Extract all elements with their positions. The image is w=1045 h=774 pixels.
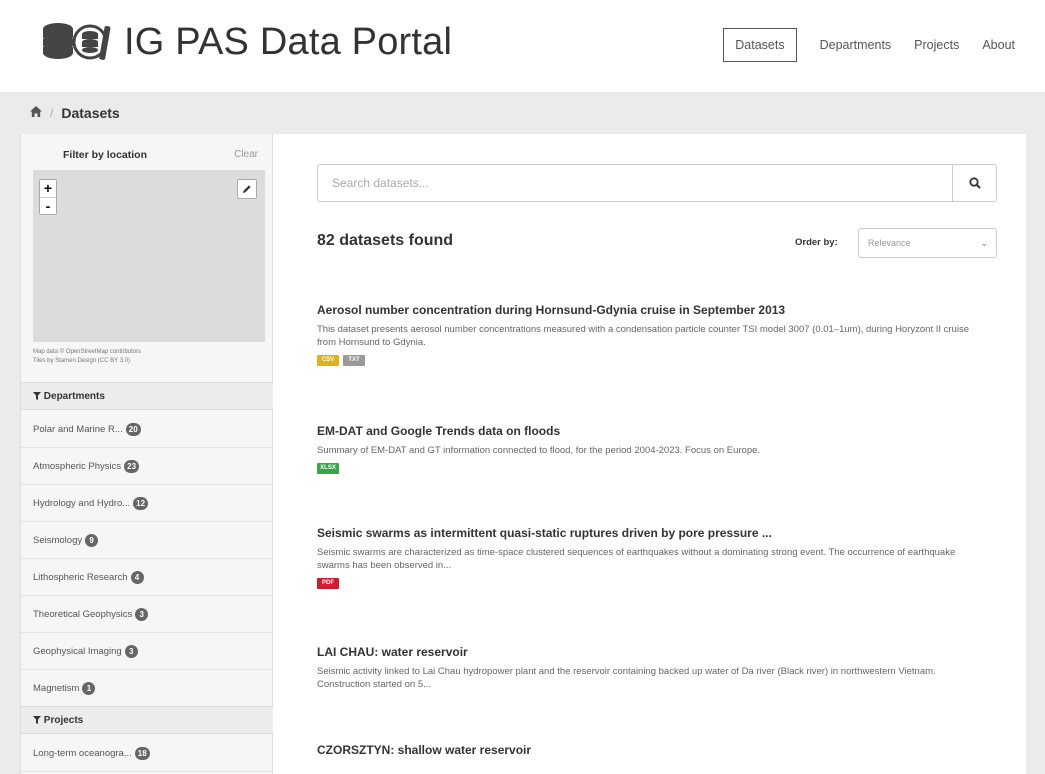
- clear-location-link[interactable]: Clear: [234, 149, 258, 160]
- breadcrumb-separator: /: [50, 106, 54, 120]
- facet-count-badge: 1: [82, 681, 96, 695]
- dataset-item: EM-DAT and Google Trends data on floods …: [317, 424, 997, 474]
- location-filter-title: Filter by location: [63, 149, 148, 161]
- draw-area-button[interactable]: [237, 179, 257, 199]
- site-logo[interactable]: IG PAS Data Portal: [38, 20, 452, 64]
- location-map[interactable]: + -: [33, 170, 265, 342]
- format-badge-txt[interactable]: TXT: [343, 355, 365, 366]
- facet-item-label: Lithospheric Research: [33, 571, 128, 583]
- facet-count-badge: 12: [133, 496, 149, 510]
- format-badge-xlsx[interactable]: XLSX: [317, 463, 339, 474]
- departments-facet-list: Polar and Marine R... 20 Atmospheric Phys…: [21, 411, 273, 707]
- dataset-item: LAI CHAU: water reservoir Seismic activi…: [317, 645, 997, 691]
- filter-sidebar: Filter by location Clear + - Map data © …: [21, 134, 273, 774]
- dataset-formats: XLSX: [317, 463, 997, 474]
- dataset-item: Seismic swarms as intermittent quasi-sta…: [317, 526, 997, 589]
- facet-item-label: Theoretical Geophysics: [33, 608, 133, 620]
- home-icon[interactable]: [30, 106, 42, 120]
- facet-item-department[interactable]: Lithospheric Research 4: [21, 559, 273, 596]
- facet-count-badge: 23: [124, 459, 140, 473]
- projects-facet-header: Projects: [21, 706, 273, 734]
- pencil-icon: [243, 185, 251, 193]
- facet-item-label: Polar and Marine R...: [33, 423, 123, 435]
- facet-item-department[interactable]: Theoretical Geophysics 3: [21, 596, 273, 633]
- dataset-title-link[interactable]: Aerosol number concentration during Horn…: [317, 303, 997, 317]
- facet-count-badge: 9: [85, 533, 99, 547]
- dataset-formats: CSV TXT: [317, 355, 997, 366]
- nav-about[interactable]: About: [982, 38, 1015, 52]
- facet-count-badge: 20: [125, 422, 141, 436]
- order-by-select[interactable]: Relevance ⌄: [858, 228, 997, 258]
- dataset-formats: PDF: [317, 578, 997, 589]
- facet-item-department[interactable]: Seismology 9: [21, 522, 273, 559]
- facet-count-badge: 4: [130, 570, 144, 584]
- facet-item-department[interactable]: Polar and Marine R... 20: [21, 411, 273, 448]
- map-attribution-osm[interactable]: Map data © OpenStreetMap contributors: [33, 348, 265, 357]
- facet-item-label: Atmospheric Physics: [33, 460, 122, 472]
- dataset-title-link[interactable]: LAI CHAU: water reservoir: [317, 645, 997, 659]
- nav-departments[interactable]: Departments: [820, 38, 892, 52]
- breadcrumb: / Datasets: [20, 92, 1026, 134]
- dataset-description: Seismic swarms are characterized as time…: [317, 547, 956, 571]
- dataset-description: Seismic activity linked to Lai Chau hydr…: [317, 666, 936, 690]
- search-input[interactable]: [318, 165, 954, 201]
- format-badge-pdf[interactable]: PDF: [317, 578, 339, 589]
- map-zoom-control: + -: [39, 179, 57, 215]
- content-card: Filter by location Clear + - Map data © …: [20, 134, 1026, 774]
- facet-item-label: Long-term oceanogra...: [33, 747, 132, 759]
- search-icon: [968, 177, 981, 189]
- order-by-value: Relevance: [868, 238, 911, 248]
- dataset-item: CZORSZTYN: shallow water reservoir: [317, 743, 997, 763]
- dataset-title-link[interactable]: Seismic swarms as intermittent quasi-sta…: [317, 526, 997, 540]
- zoom-out-button[interactable]: -: [40, 197, 56, 214]
- facet-item-label: Geophysical Imaging: [33, 645, 122, 657]
- facet-item-department[interactable]: Magnetism 1: [21, 670, 273, 707]
- facet-count-badge: 3: [124, 644, 138, 658]
- site-header: IG PAS Data Portal Datasets Departments …: [0, 0, 1045, 92]
- brand-title: IG PAS Data Portal: [124, 20, 453, 63]
- projects-facet-list: Long-term oceanogra... 18: [21, 735, 273, 772]
- dataset-title-link[interactable]: EM-DAT and Google Trends data on floods: [317, 424, 997, 438]
- facet-item-label: Magnetism: [33, 682, 80, 694]
- results-panel: 82 datasets found Order by: Relevance ⌄ …: [317, 134, 997, 774]
- filter-icon: [33, 391, 44, 402]
- departments-facet-header: Departments: [21, 382, 273, 410]
- facet-item-department[interactable]: Geophysical Imaging 3: [21, 633, 273, 670]
- order-by-label: Order by:: [795, 237, 838, 248]
- nav-projects[interactable]: Projects: [914, 38, 959, 52]
- map-attribution-tiles[interactable]: Tiles by Stamen Design (CC BY 3.0): [33, 357, 265, 366]
- zoom-in-button[interactable]: +: [40, 180, 56, 197]
- filter-icon: [33, 715, 44, 726]
- nav-datasets[interactable]: Datasets: [723, 28, 797, 62]
- results-count: 82 datasets found: [317, 232, 454, 249]
- chevron-down-icon: ⌄: [980, 238, 988, 248]
- facet-count-badge: 3: [135, 607, 149, 621]
- departments-facet-title: Departments: [43, 391, 105, 402]
- format-badge-csv[interactable]: CSV: [317, 355, 339, 366]
- dataset-title-link[interactable]: CZORSZTYN: shallow water reservoir: [317, 743, 997, 757]
- facet-item-department[interactable]: Hydrology and Hydro... 12: [21, 485, 273, 522]
- dataset-description: Summary of EM-DAT and GT information con…: [317, 445, 761, 456]
- location-filter-header: Filter by location Clear: [21, 134, 272, 170]
- facet-count-badge: 18: [134, 746, 150, 760]
- search-box: [317, 164, 997, 202]
- breadcrumb-current: Datasets: [61, 105, 120, 121]
- dataset-description: This dataset presents aerosol number con…: [317, 324, 969, 348]
- dataset-item: Aerosol number concentration during Horn…: [317, 303, 997, 366]
- projects-facet-title: Projects: [43, 715, 84, 726]
- facet-item-department[interactable]: Atmospheric Physics 23: [21, 448, 273, 485]
- main-nav: Datasets Departments Projects About: [723, 28, 1015, 62]
- search-button[interactable]: [952, 165, 996, 201]
- facet-item-label: Hydrology and Hydro...: [33, 497, 131, 509]
- facet-item-label: Seismology: [33, 534, 83, 546]
- facet-item-project[interactable]: Long-term oceanogra... 18: [21, 735, 273, 772]
- database-logo-icon: [43, 23, 111, 60]
- map-attribution: Map data © OpenStreetMap contributors Ti…: [33, 348, 265, 366]
